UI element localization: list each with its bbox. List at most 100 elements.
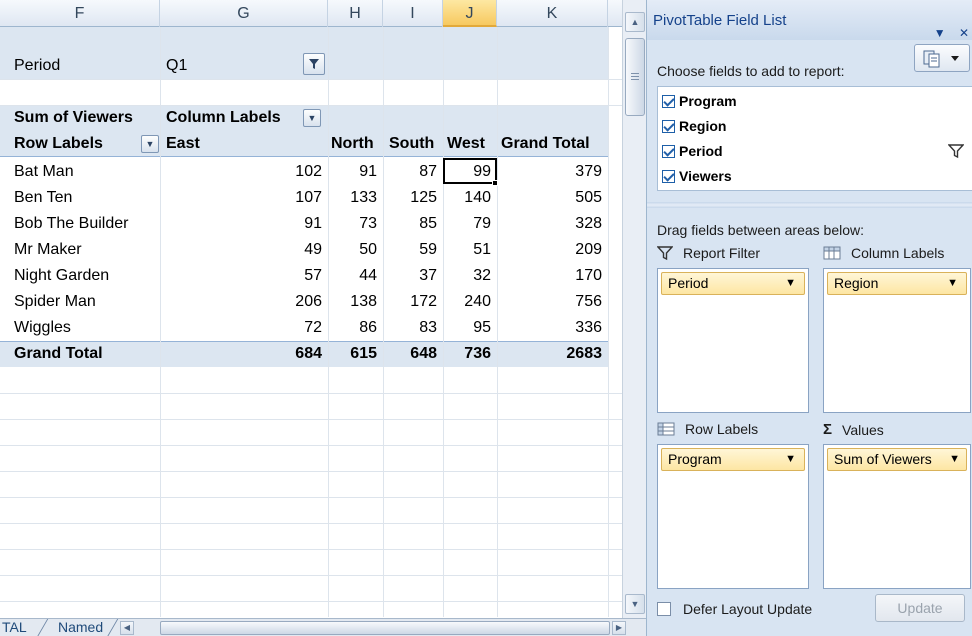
grand-total-cell[interactable]: 648 [383,341,437,367]
table-cell[interactable]: 32 [443,263,491,289]
area-field-label: Region [834,275,879,291]
column-header-f[interactable]: F [0,0,160,27]
column-header-k[interactable]: K [497,0,608,27]
grand-total-cell[interactable]: 736 [443,341,491,367]
defer-layout-checkbox[interactable] [657,602,671,616]
field-item-region[interactable]: Region [662,115,726,137]
field-item-period[interactable]: Period [662,140,723,162]
table-cell[interactable]: 240 [443,289,491,315]
close-icon[interactable]: ✕ [959,26,969,40]
table-cell[interactable]: 133 [328,185,377,211]
table-cell[interactable]: 170 [497,263,602,289]
column-header-g[interactable]: G [160,0,328,27]
table-cell[interactable]: 107 [160,185,322,211]
scroll-left-button[interactable]: ◀ [120,621,134,635]
scroll-up-button[interactable]: ▲ [625,12,645,32]
table-cell[interactable]: 756 [497,289,602,315]
table-cell[interactable]: 57 [160,263,322,289]
column-header-j[interactable]: J [443,0,497,27]
table-cell[interactable]: 44 [328,263,377,289]
report-filter-header: Report Filter [657,245,760,261]
grand-total-cell[interactable]: 2683 [497,341,602,367]
table-cell[interactable]: 50 [328,237,377,263]
table-cell[interactable]: 140 [443,185,491,211]
area-field-sum-of-viewers[interactable]: Sum of Viewers ▼ [827,448,967,471]
arrow-up-icon: ▲ [630,17,640,27]
area-field-region[interactable]: Region ▼ [827,272,967,295]
table-cell[interactable]: 59 [383,237,437,263]
chevron-down-icon[interactable]: ▼ [949,449,960,470]
filter-funnel-icon [948,144,964,159]
field-list-layout-icon [923,50,959,68]
row-labels-dropdown[interactable]: ▼ [141,135,159,153]
table-cell[interactable]: 125 [383,185,437,211]
table-cell[interactable]: 49 [160,237,322,263]
scroll-right-button[interactable]: ▶ [612,621,626,635]
region-header-south: South [389,135,435,152]
field-item-program[interactable]: Program [662,90,737,112]
scroll-down-button[interactable]: ▼ [625,594,645,614]
column-labels-area[interactable]: Region ▼ [823,268,971,413]
chevron-down-icon[interactable]: ▼ [785,273,796,294]
layout-options-button[interactable] [914,44,970,72]
checkbox-checked-icon[interactable] [662,119,675,133]
spreadsheet-grid[interactable]: F G H I J K Period Q1 Sum of Viewers Col… [0,0,622,636]
table-cell[interactable]: 91 [160,211,322,237]
chevron-down-icon[interactable]: ▼ [785,449,796,470]
update-button[interactable]: Update [875,594,965,622]
vertical-scrollbar[interactable]: ▲ ▼ [622,0,646,618]
checkbox-checked-icon[interactable] [662,94,675,108]
fill-handle[interactable] [492,180,498,186]
filter-dropdown-button[interactable] [303,53,325,75]
table-cell[interactable]: 172 [383,289,437,315]
table-cell[interactable]: 37 [383,263,437,289]
panel-splitter[interactable] [647,202,972,208]
region-header-grand-total: Grand Total [501,135,590,152]
checkbox-checked-icon[interactable] [662,169,675,183]
table-cell[interactable]: 336 [497,315,602,341]
row-labels-area[interactable]: Program ▼ [657,444,809,589]
checkbox-checked-icon[interactable] [662,144,675,158]
field-item-viewers[interactable]: Viewers [662,165,732,187]
table-cell[interactable]: 209 [497,237,602,263]
table-cell[interactable]: 72 [160,315,322,341]
report-filter-area[interactable]: Period ▼ [657,268,809,413]
table-cell[interactable]: 87 [383,159,437,185]
sigma-icon: Σ [823,421,833,438]
grand-total-cell[interactable]: 684 [160,341,322,367]
table-cell[interactable]: 83 [383,315,437,341]
table-cell[interactable]: 91 [328,159,377,185]
table-cell[interactable]: 102 [160,159,322,185]
column-labels-dropdown[interactable]: ▼ [303,109,321,127]
column-header-h[interactable]: H [328,0,383,27]
sheet-tab[interactable]: Named [58,619,103,636]
table-cell[interactable]: 328 [497,211,602,237]
filter-field-value[interactable]: Q1 [166,53,187,79]
column-header-i[interactable]: I [383,0,443,27]
table-cell[interactable]: 505 [497,185,602,211]
area-label: Report Filter [683,245,761,261]
field-label: Program [679,93,737,109]
scroll-thumb[interactable] [625,38,645,116]
panel-menu-icon[interactable]: ▼ [934,26,946,40]
area-label: Row Labels [685,421,759,437]
column-header-l[interactable] [608,0,622,27]
table-cell[interactable]: 79 [443,211,491,237]
values-area[interactable]: Sum of Viewers ▼ [823,444,971,589]
table-cell[interactable]: 379 [497,159,602,185]
grand-total-cell[interactable]: 615 [328,341,377,367]
chevron-down-icon[interactable]: ▼ [947,273,958,294]
sheet-tab[interactable]: TAL [2,619,27,636]
table-cell[interactable]: 206 [160,289,322,315]
table-cell[interactable]: 95 [443,315,491,341]
active-cell-selection[interactable] [443,158,497,184]
table-cell[interactable]: 73 [328,211,377,237]
area-field-program[interactable]: Program ▼ [661,448,805,471]
row-label: Wiggles [14,319,71,336]
horizontal-scroll-thumb[interactable] [160,621,610,635]
area-field-period[interactable]: Period ▼ [661,272,805,295]
table-cell[interactable]: 51 [443,237,491,263]
table-cell[interactable]: 85 [383,211,437,237]
table-cell[interactable]: 138 [328,289,377,315]
table-cell[interactable]: 86 [328,315,377,341]
